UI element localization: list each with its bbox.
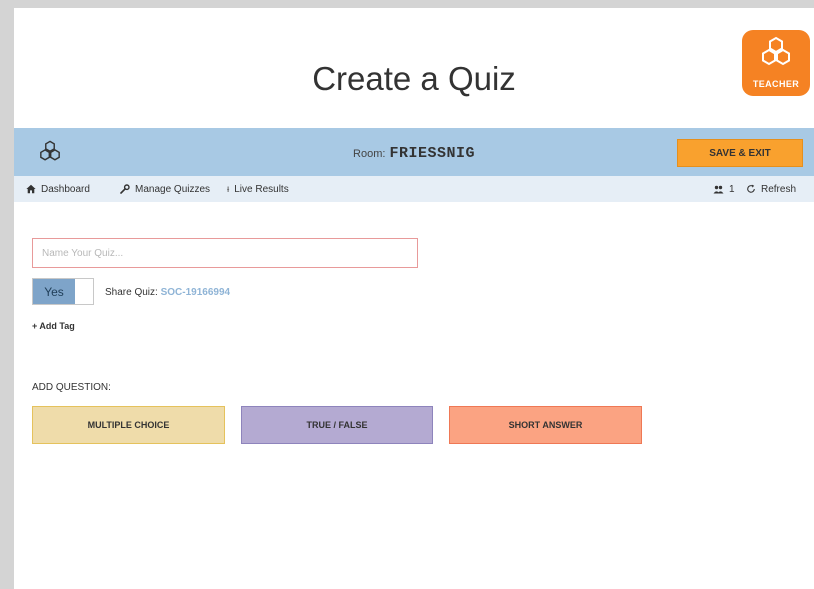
multiple-choice-button[interactable]: MULTIPLE CHOICE [32,406,225,444]
live-results-icon: ᵻ [227,183,230,195]
nav-manage-quizzes[interactable]: Manage Quizzes [120,176,210,202]
add-question-label: ADD QUESTION: [32,382,111,393]
page: Create a Quiz TEACHER Room: FRIESSNIG SAV… [14,8,814,589]
users-count: 1 [713,176,735,202]
title-area: Create a Quiz TEACHER [14,8,814,126]
nav-dashboard-label: Dashboard [41,183,90,195]
hexagon-cluster-icon [762,36,790,66]
refresh-button[interactable]: Refresh [746,176,796,202]
page-title: Create a Quiz [312,60,516,97]
room-label: Room: [353,148,386,160]
nav-manage-quizzes-label: Manage Quizzes [135,183,211,195]
wrench-icon [120,184,130,194]
share-quiz: Share Quiz: SOC-19166994 [105,287,230,298]
users-icon [713,185,724,193]
users-count-value: 1 [729,183,735,195]
nav-bar: Dashboard Manage Quizzes ᵻ Live Results … [14,176,814,202]
true-false-button[interactable]: TRUE / FALSE [241,406,433,444]
refresh-label: Refresh [761,183,797,195]
short-answer-button[interactable]: SHORT ANSWER [449,406,642,444]
add-tag-link[interactable]: + Add Tag [32,321,75,331]
share-toggle[interactable]: Yes [32,278,94,305]
share-toggle-label: Yes [33,279,75,304]
nav-dashboard[interactable]: Dashboard [26,176,90,202]
teacher-badge: TEACHER [742,30,810,96]
save-exit-button[interactable]: SAVE & EXIT [677,139,803,167]
top-bar: Room: FRIESSNIG SAVE & EXIT [14,128,814,176]
badge-label: TEACHER [752,79,800,89]
quiz-name-input[interactable] [32,238,418,268]
home-icon [26,184,36,194]
refresh-icon [747,184,755,193]
share-quiz-label: Share Quiz: [105,287,158,298]
nav-live-results-label: Live Results [234,183,289,195]
share-code: SOC-19166994 [160,287,231,298]
nav-live-results[interactable]: ᵻ Live Results [227,176,289,202]
room-name: FRIESSNIG [389,145,475,162]
